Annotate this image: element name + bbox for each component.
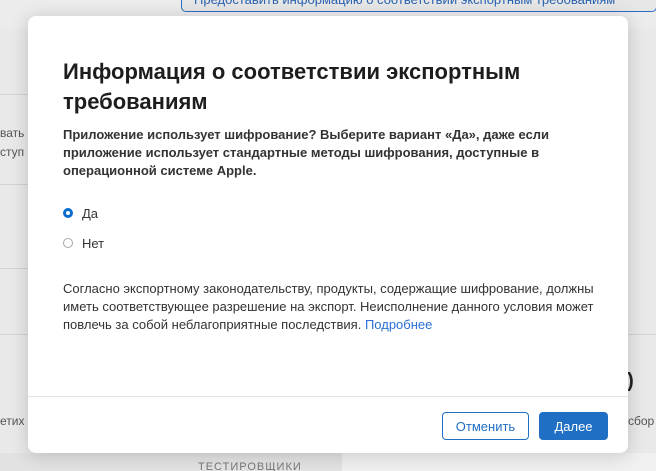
cancel-button[interactable]: Отменить bbox=[442, 412, 529, 440]
page: Предоставить информацию о соответствии э… bbox=[0, 0, 656, 471]
option-yes-label: Да bbox=[82, 205, 99, 221]
background-text-fragment: етих bbox=[0, 414, 25, 428]
background-text-fragment: ступ bbox=[0, 145, 25, 159]
provide-export-info-button[interactable]: Предоставить информацию о соответствии э… bbox=[181, 0, 656, 12]
dialog-footer-divider bbox=[28, 396, 628, 397]
export-law-note: Согласно экспортному законодательству, п… bbox=[63, 280, 598, 334]
learn-more-link[interactable]: Подробнее bbox=[365, 317, 432, 332]
background-text-fragment: сбор bbox=[628, 414, 655, 428]
option-yes[interactable]: Да bbox=[63, 204, 98, 222]
testers-section-label: ТЕСТИРОВЩИКИ bbox=[198, 461, 302, 471]
export-compliance-dialog: Информация о соответствии экспортным тре… bbox=[28, 16, 628, 453]
export-law-note-text: Согласно экспортному законодательству, п… bbox=[63, 281, 594, 332]
background-text-fragment: вать bbox=[0, 126, 25, 140]
next-button[interactable]: Далее bbox=[539, 412, 608, 440]
background-footer bbox=[342, 453, 656, 471]
radio-yes[interactable] bbox=[63, 208, 73, 218]
encryption-question: Приложение использует шифрование? Выбери… bbox=[63, 127, 550, 178]
dialog-title: Информация о соответствии экспортным тре… bbox=[63, 59, 521, 114]
radio-no[interactable] bbox=[63, 238, 73, 248]
option-no[interactable]: Нет bbox=[63, 234, 104, 252]
option-no-label: Нет bbox=[82, 235, 105, 251]
